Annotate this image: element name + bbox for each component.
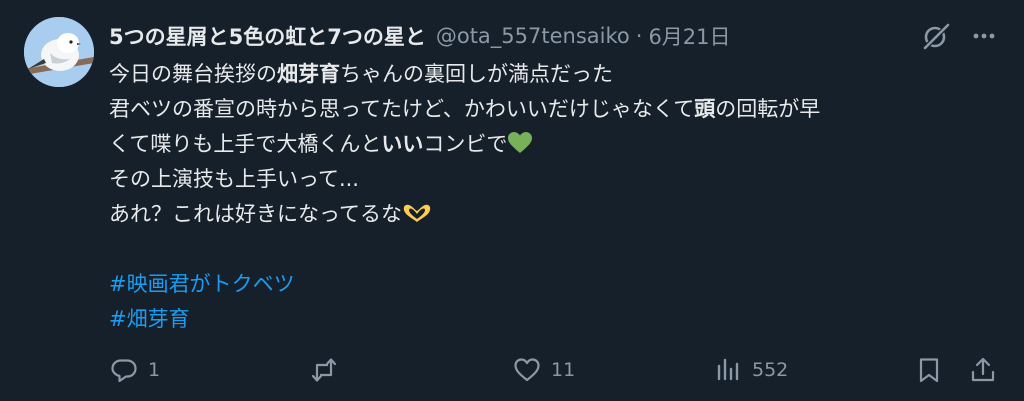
tweet-header: 5つの星屑と5色の虹と7つの星と @ota_557tensaiko · 6月21…: [109, 20, 731, 52]
reply-button[interactable]: 1: [110, 350, 160, 390]
tweet-date[interactable]: 6月21日: [648, 21, 730, 51]
views-button[interactable]: 552: [714, 350, 788, 390]
hashtag-link[interactable]: #映画君がトクベツ: [109, 267, 989, 302]
text-line: あれ？これは好きになってるな: [109, 197, 989, 232]
tweet: 5つの星屑と5色の虹と7つの星と @ota_557tensaiko · 6月21…: [0, 0, 1024, 401]
like-count: 11: [551, 359, 576, 381]
bookmark-button[interactable]: [915, 350, 943, 390]
analytics-icon: [717, 358, 739, 381]
bird-avatar-icon: [24, 17, 94, 87]
retweet-icon: [311, 358, 337, 382]
grok-icon[interactable]: [921, 21, 951, 51]
avatar[interactable]: [24, 17, 94, 87]
separator-dot: ·: [635, 24, 643, 48]
user-handle[interactable]: @ota_557tensaiko: [436, 24, 630, 48]
tweet-text: 今日の舞台挨拶の畑芽育ちゃんの裏回しが満点だった 君ベツの番宣の時から思ってたけ…: [109, 57, 989, 337]
like-button[interactable]: 11: [513, 350, 575, 390]
more-options-icon[interactable]: [970, 22, 998, 50]
share-button[interactable]: [969, 350, 997, 390]
text-line: その上演技も上手いって...: [109, 167, 359, 191]
bookmark-icon: [919, 358, 939, 383]
heart-icon: [514, 358, 540, 382]
retweet-button[interactable]: [310, 350, 348, 390]
text-line: くて喋りも上手で大橋くんといいコンビで: [109, 127, 989, 162]
heart-hands-icon: [403, 204, 431, 222]
share-icon: [971, 357, 995, 382]
text-line: 君ベツの番宣の時から思ってたけど、かわいいだけじゃなくて頭の回転が早: [109, 97, 821, 121]
reply-icon: [111, 359, 137, 383]
action-bar: 1 11 552: [0, 350, 1024, 390]
reply-count: 1: [148, 359, 161, 381]
view-count: 552: [752, 359, 789, 381]
text-line: 今日の舞台挨拶の畑芽育ちゃんの裏回しが満点だった: [109, 62, 613, 86]
green-heart-icon: [508, 132, 533, 153]
display-name[interactable]: 5つの星屑と5色の虹と7つの星と: [109, 21, 426, 51]
hashtag-link[interactable]: #畑芽育: [109, 302, 989, 337]
